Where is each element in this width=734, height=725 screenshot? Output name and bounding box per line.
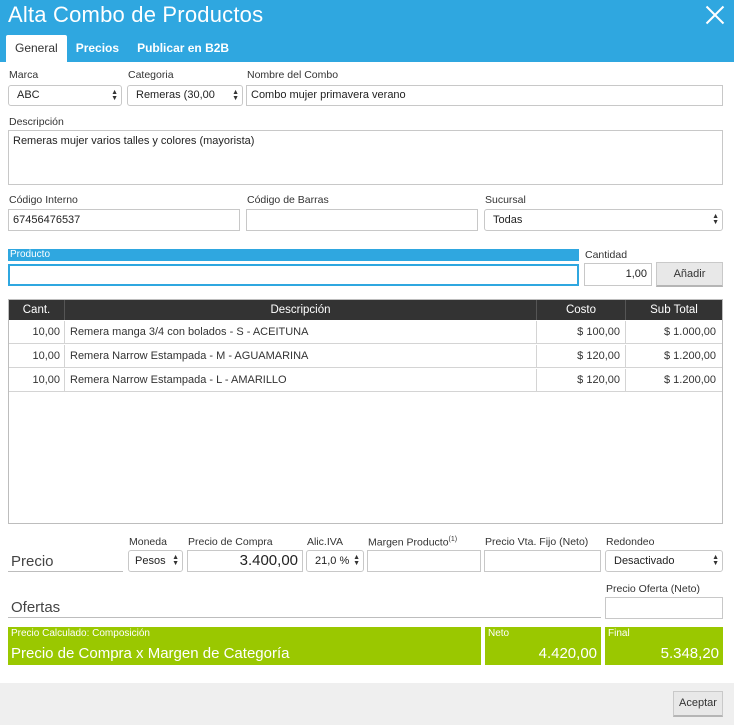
cell-costo: $ 120,00 bbox=[537, 369, 626, 391]
cell-desc: Remera Narrow Estampada - L - AMARILLO bbox=[65, 369, 537, 391]
moneda-select[interactable]: Pesos ▲ ▼ bbox=[128, 550, 183, 572]
cell-subtotal: $ 1.000,00 bbox=[664, 326, 716, 338]
final-value: 5.348,20 bbox=[660, 645, 719, 662]
precio-calculado-formula: Precio de Compra x Margen de Categoría bbox=[11, 645, 290, 662]
table-row[interactable]: 10,00 Remera manga 3/4 con bolados - S -… bbox=[9, 321, 722, 344]
cell-subtotal: $ 1.200,00 bbox=[664, 374, 716, 386]
tab-bar: General Precios Publicar en B2B bbox=[6, 35, 238, 62]
margen-label: Margen Producto(1) bbox=[368, 536, 457, 549]
col-costo: Costo bbox=[537, 300, 626, 320]
chevron-updown-icon: ▲ ▼ bbox=[232, 88, 239, 102]
margen-input[interactable] bbox=[367, 550, 481, 572]
window-title: Alta Combo de Productos bbox=[8, 2, 264, 27]
alic-iva-label: Alic.IVA bbox=[307, 536, 343, 548]
cell-desc: Remera manga 3/4 con bolados - S - ACEIT… bbox=[65, 321, 537, 343]
redondeo-select[interactable]: Desactivado ▲ ▼ bbox=[605, 550, 723, 572]
precio-compra-input[interactable]: 3.400,00 bbox=[187, 550, 303, 572]
final-panel: Final 5.348,20 bbox=[605, 627, 723, 665]
categoria-value: Remeras (30,00 bbox=[136, 89, 215, 101]
nombre-input[interactable]: Combo mujer primavera verano bbox=[246, 85, 723, 106]
chevron-updown-icon: ▲ ▼ bbox=[712, 554, 719, 567]
precio-calculado-panel: Precio Calculado: Composición Precio de … bbox=[8, 627, 481, 665]
marca-select[interactable]: ABC ▲ ▼ bbox=[8, 85, 122, 106]
categoria-label: Categoria bbox=[128, 69, 174, 81]
cell-cant: 10,00 bbox=[9, 369, 65, 391]
codigo-barras-label: Código de Barras bbox=[247, 194, 329, 206]
marca-label: Marca bbox=[9, 69, 39, 81]
title-bar: Alta Combo de Productos General Precios … bbox=[0, 0, 734, 62]
col-subtotal: Sub Total bbox=[650, 304, 698, 316]
ofertas-section-title: Ofertas bbox=[11, 599, 61, 616]
neto-value: 4.420,00 bbox=[538, 645, 597, 662]
chevron-updown-icon: ▲ ▼ bbox=[712, 213, 719, 226]
producto-label: Producto bbox=[8, 249, 579, 261]
table-row[interactable]: 10,00 Remera Narrow Estampada - L - AMAR… bbox=[9, 369, 722, 392]
alic-iva-select[interactable]: 21,0 % ▲ ▼ bbox=[306, 550, 364, 572]
codigo-interno-input[interactable]: 67456476537 bbox=[8, 209, 240, 231]
descripcion-textarea[interactable]: Remeras mujer varios talles y colores (m… bbox=[8, 130, 723, 185]
cell-desc: Remera Narrow Estampada - M - AGUAMARINA bbox=[65, 345, 537, 367]
precio-calculado-label: Precio Calculado: Composición bbox=[11, 628, 150, 639]
precio-oferta-input[interactable] bbox=[605, 597, 723, 619]
cell-subtotal: $ 1.200,00 bbox=[664, 350, 716, 362]
close-icon[interactable] bbox=[702, 2, 728, 28]
aceptar-button[interactable]: Aceptar bbox=[673, 691, 723, 717]
sucursal-select[interactable]: Todas ▲ ▼ bbox=[484, 209, 723, 231]
anadir-button[interactable]: Añadir bbox=[656, 262, 723, 287]
col-descripcion: Descripción bbox=[65, 300, 537, 320]
cantidad-input[interactable]: 1,00 bbox=[584, 263, 652, 286]
precio-vta-fijo-input[interactable] bbox=[484, 550, 601, 572]
precio-vta-fijo-label: Precio Vta. Fijo (Neto) bbox=[485, 536, 589, 548]
alic-iva-value: 21,0 % bbox=[315, 555, 350, 567]
codigo-interno-label: Código Interno bbox=[9, 194, 78, 206]
margen-label-text: Margen Producto bbox=[368, 536, 449, 549]
nombre-label: Nombre del Combo bbox=[247, 69, 339, 81]
redondeo-label: Redondeo bbox=[606, 536, 655, 548]
precio-compra-label: Precio de Compra bbox=[188, 536, 273, 548]
descripcion-label: Descripción bbox=[9, 116, 64, 128]
moneda-label: Moneda bbox=[129, 536, 167, 548]
dialog-footer: Aceptar bbox=[0, 683, 734, 725]
sucursal-value: Todas bbox=[493, 214, 523, 226]
chevron-updown-icon: ▲ ▼ bbox=[172, 554, 179, 567]
marca-value: ABC bbox=[17, 89, 40, 101]
margen-footnote: (1) bbox=[448, 536, 458, 543]
precio-divider bbox=[8, 571, 123, 572]
tab-publicar-b2b[interactable]: Publicar en B2B bbox=[128, 35, 238, 62]
precio-oferta-label: Precio Oferta (Neto) bbox=[606, 583, 700, 595]
productos-table: Cant. Descripción Costo Sub Total 10,00 … bbox=[8, 299, 723, 524]
cell-costo: $ 120,00 bbox=[537, 345, 626, 367]
cantidad-label: Cantidad bbox=[585, 249, 628, 261]
categoria-select[interactable]: Remeras (30,00 ▲ ▼ bbox=[127, 85, 243, 106]
final-label: Final bbox=[608, 628, 630, 639]
table-row[interactable]: 10,00 Remera Narrow Estampada - M - AGUA… bbox=[9, 345, 722, 368]
cell-costo: $ 100,00 bbox=[537, 321, 626, 343]
codigo-barras-input[interactable] bbox=[246, 209, 478, 231]
tab-precios[interactable]: Precios bbox=[67, 35, 128, 62]
cell-cant: 10,00 bbox=[9, 321, 65, 343]
sucursal-label: Sucursal bbox=[485, 194, 526, 206]
chevron-updown-icon: ▲ ▼ bbox=[111, 88, 118, 102]
producto-input[interactable] bbox=[8, 264, 579, 286]
chevron-updown-icon: ▲ ▼ bbox=[353, 554, 360, 567]
table-header: Cant. Descripción Costo Sub Total bbox=[9, 300, 722, 320]
moneda-value: Pesos bbox=[135, 555, 166, 567]
neto-label: Neto bbox=[488, 628, 510, 639]
redondeo-value: Desactivado bbox=[614, 555, 675, 567]
ofertas-divider bbox=[8, 617, 601, 618]
precio-section-title: Precio bbox=[11, 553, 54, 570]
col-cant: Cant. bbox=[9, 300, 65, 320]
cell-cant: 10,00 bbox=[9, 345, 65, 367]
tab-general[interactable]: General bbox=[6, 35, 67, 62]
neto-panel: Neto 4.420,00 bbox=[485, 627, 601, 665]
